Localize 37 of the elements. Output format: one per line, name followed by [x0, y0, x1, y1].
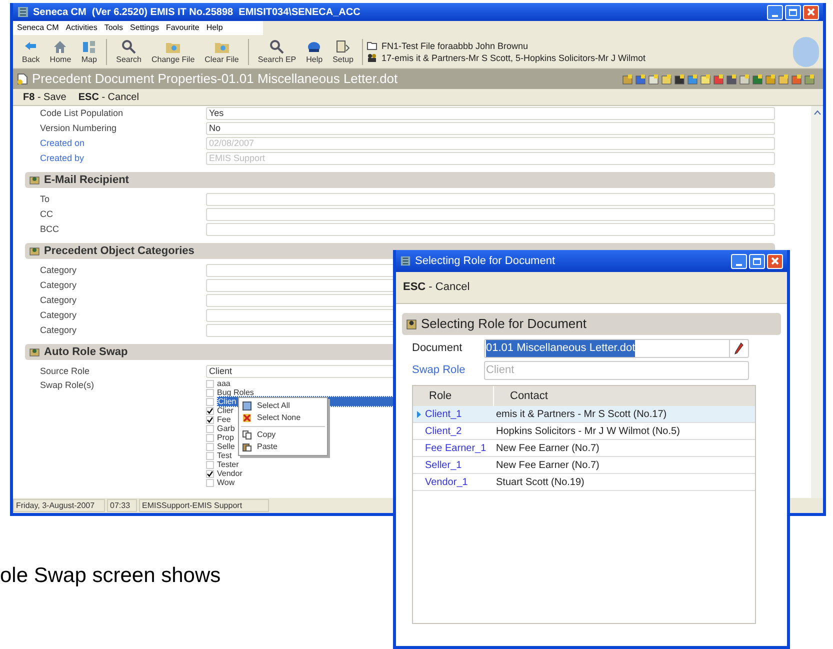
contact-cell-text: Stuart Scott (No.19) [495, 476, 586, 490]
field-label: CC [39, 208, 54, 221]
contact-cell-text: Hopkins Solicitors - Mr J W Wilmot (No.5) [495, 424, 681, 438]
input-field: 02/08/2007 [206, 137, 775, 150]
field-label: To [39, 192, 51, 206]
field-label: Document [412, 341, 464, 356]
section-title: Precedent Object Categories [44, 244, 194, 259]
section-title: E-Mail Recipient [44, 172, 129, 188]
field-label: Created on [39, 136, 86, 150]
window-title: Selecting Role for Document [415, 254, 556, 269]
section-title: Auto Role Swap [44, 344, 128, 360]
status-text: 07:33 [107, 499, 137, 512]
field-label: Category [39, 294, 78, 307]
field-label: Swap Role(s) [39, 379, 96, 392]
status-text: Friday, 3-August-2007 [13, 499, 105, 512]
file-name: FN1-Test File foraabbb John Brownu [381, 40, 528, 52]
contact-cell-text: New Fee Earner (No.7) [495, 442, 600, 456]
field-label: Category [39, 264, 78, 277]
contact-cell-text: New Fee Earner (No.7) [495, 458, 600, 472]
field-label: Category [39, 278, 78, 292]
file-parties: 17-emis it & Partners-Mr S Scott, 5-Hopkins Solicitors-Mr J Wilmot [381, 52, 646, 64]
input-field: Client [484, 361, 749, 380]
section-title: Selecting Role for Document [421, 315, 586, 334]
input-field: EMIS Support [206, 152, 775, 165]
contact-cell-text: emis it & Partners - Mr S Scott (No.17) [495, 408, 668, 422]
field-label: Category [39, 308, 78, 322]
status-text: EMISSupport-EMIS Support [139, 499, 269, 512]
document-caption: ole Swap screen shows [0, 563, 221, 589]
field-label: Created by [39, 152, 86, 165]
field-label: Category [39, 324, 78, 337]
field-label: Version Numbering [39, 122, 118, 135]
field-label: Swap Role [412, 363, 466, 378]
field-label: Code List Population [39, 106, 124, 120]
field-label: BCC [39, 222, 60, 236]
window-title: Seneca CM (Ver 6.2520) EMIS IT No.25898 EMISIT034\SENECA_ACC [33, 6, 360, 20]
document-title: Precedent Document Properties-01.01 Miscellaneous Letter.dot [32, 70, 398, 88]
field-label: Source Role [39, 364, 91, 378]
